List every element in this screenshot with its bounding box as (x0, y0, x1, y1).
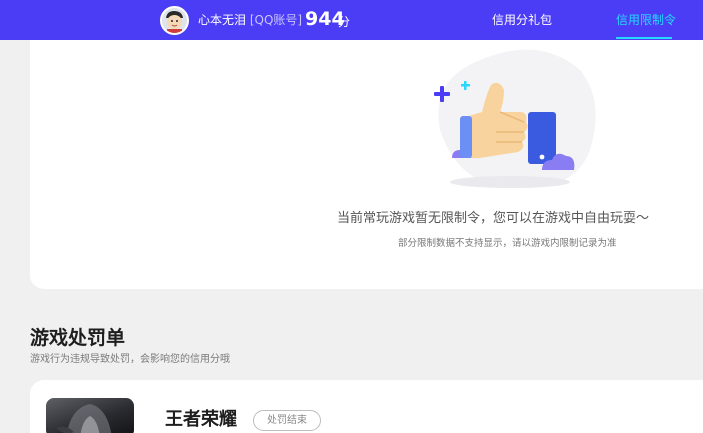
top-bar: 心本无泪 [QQ账号] 944 分 信用分礼包 信用限制令 (0, 0, 703, 40)
section-title: 游戏处罚单 (30, 327, 126, 349)
empty-state-note: 部分限制数据不支持显示，请以游戏内限制记录为准 (398, 238, 617, 249)
credit-score-unit: 分 (338, 15, 351, 29)
empty-state-message: 当前常玩游戏暂无限制令，您可以在游戏中自由玩耍～ (337, 211, 650, 226)
thumb-cuff (460, 116, 472, 158)
nav-credit-limit[interactable]: 信用限制令 (616, 13, 676, 28)
nav-credit-gift[interactable]: 信用分礼包 (492, 13, 552, 28)
section-description: 游戏行为违规导致处罚，会影响您的信用分哦 (30, 354, 230, 365)
thumbs-up-illustration (434, 49, 596, 189)
illustration-shadow (450, 176, 570, 188)
game-name: 王者荣耀 (165, 409, 237, 430)
username: 心本无泪 [QQ账号] (198, 13, 302, 28)
status-badge: 处罚结束 (253, 410, 321, 431)
account-type-label: [QQ账号] (249, 13, 303, 27)
username-name: 心本无泪 (198, 13, 247, 27)
nav-active-indicator (616, 37, 672, 39)
game-thumbnail (46, 398, 134, 433)
avatar[interactable] (160, 6, 189, 35)
